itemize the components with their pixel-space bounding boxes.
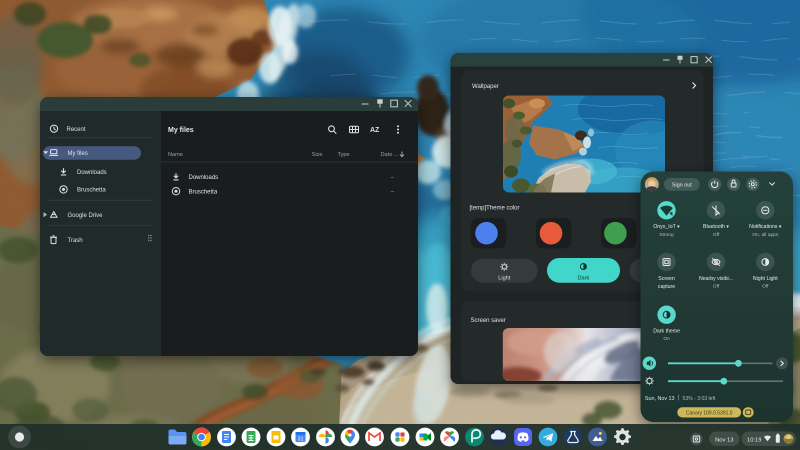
svg-text:Date ...: Date ... xyxy=(381,152,399,158)
svg-text:Nearby visibi...: Nearby visibi... xyxy=(699,276,733,282)
svg-text:On, all apps: On, all apps xyxy=(752,232,779,238)
svg-text:Strong: Strong xyxy=(659,232,674,238)
svg-text:Nov 13: Nov 13 xyxy=(715,438,733,444)
svg-text:[temp]Theme color: [temp]Theme color xyxy=(470,206,520,212)
svg-text:Bruschetta: Bruschetta xyxy=(189,190,218,196)
svg-text:Recent: Recent xyxy=(67,127,86,133)
svg-text:Canary 109.0.5391.0: Canary 109.0.5391.0 xyxy=(686,410,733,416)
svg-text:Off: Off xyxy=(762,284,769,290)
svg-text:Downloads: Downloads xyxy=(189,175,219,181)
svg-text:AZ: AZ xyxy=(370,127,380,134)
svg-text:10:19: 10:19 xyxy=(747,438,762,444)
svg-text:Trash: Trash xyxy=(68,238,83,244)
svg-text:On: On xyxy=(663,336,670,342)
svg-text:Sign out: Sign out xyxy=(672,183,692,189)
svg-text:Size: Size xyxy=(312,152,323,158)
svg-text:Bluetooth ▾: Bluetooth ▾ xyxy=(703,224,729,230)
svg-text:31: 31 xyxy=(297,436,303,442)
svg-text:Notifications ▾: Notifications ▾ xyxy=(749,224,782,230)
svg-text:Off: Off xyxy=(713,284,720,290)
svg-text:capture: capture xyxy=(658,284,675,290)
svg-text:Onyx_IoT ▾: Onyx_IoT ▾ xyxy=(653,224,680,230)
svg-text:53% - 3:03 left: 53% - 3:03 left xyxy=(683,396,716,402)
svg-text:Sun, Nov 13: Sun, Nov 13 xyxy=(645,396,675,402)
svg-text:Wallpaper: Wallpaper xyxy=(472,84,499,90)
svg-text:Screen saver: Screen saver xyxy=(471,318,506,324)
svg-text:Screen: Screen xyxy=(658,276,675,282)
svg-text:Light: Light xyxy=(498,276,511,282)
svg-text:Google Drive: Google Drive xyxy=(68,213,104,219)
svg-text:Bruschetta: Bruschetta xyxy=(77,188,106,194)
svg-text:Name: Name xyxy=(168,152,183,158)
svg-text:Downloads: Downloads xyxy=(77,170,107,176)
svg-text:My files: My files xyxy=(68,151,88,157)
svg-text:Off: Off xyxy=(713,232,720,238)
svg-text:My files: My files xyxy=(168,127,194,134)
svg-text:Type: Type xyxy=(338,152,350,158)
svg-text:Night Light: Night Light xyxy=(753,276,778,282)
svg-text:Dark theme: Dark theme xyxy=(653,329,680,335)
svg-text:Dark: Dark xyxy=(577,276,589,282)
